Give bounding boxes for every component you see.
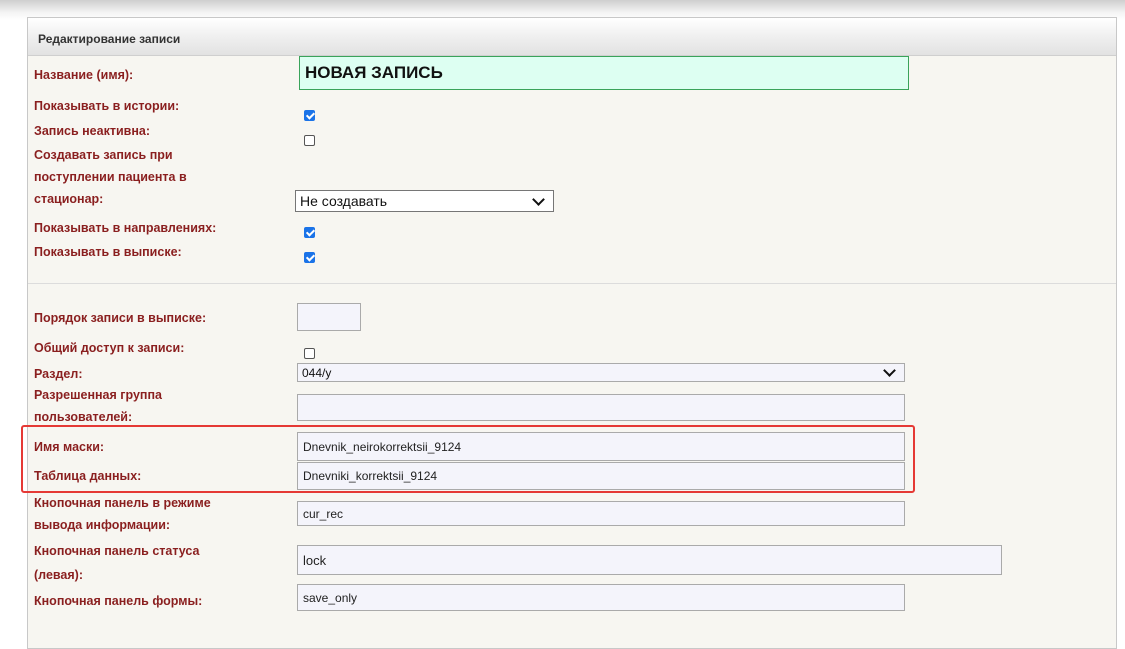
info-toolbar-input[interactable]: cur_rec (297, 501, 905, 526)
info-toolbar-label-line-1: Кнопочная панель в режиме (34, 496, 211, 510)
create-on-admission-label-line-2: поступлении пациента в (34, 170, 187, 184)
show-directions-label: Показывать в направлениях: (34, 221, 217, 235)
status-toolbar-label-line-2: (левая): (34, 568, 83, 582)
allowed-group-input[interactable] (297, 394, 905, 421)
show-extract-checkbox[interactable] (304, 252, 315, 263)
show-history-label: Показывать в истории: (34, 99, 180, 113)
chevron-down-icon (532, 192, 545, 206)
info-toolbar-label-line-2: вывода информации: (34, 518, 171, 532)
chevron-down-icon (883, 364, 896, 377)
extract-order-label: Порядок записи в выписке: (34, 311, 207, 325)
inactive-checkbox[interactable] (304, 135, 315, 146)
panel-header: Редактирование записи (28, 18, 1116, 56)
show-history-checkbox[interactable] (304, 110, 315, 121)
section-select[interactable]: 044/у (297, 363, 905, 382)
show-extract-label: Показывать в выписке: (34, 245, 182, 259)
create-on-admission-label-line-1: Создавать запись при (34, 148, 173, 162)
form-toolbar-label: Кнопочная панель формы: (34, 594, 203, 608)
create-on-admission-select[interactable]: Не создавать (295, 190, 554, 212)
extract-order-input[interactable] (297, 303, 361, 331)
section-selected: 044/у (302, 365, 332, 380)
highlight-frame (21, 425, 915, 493)
shared-access-label: Общий доступ к записи: (34, 341, 185, 355)
form-toolbar-input[interactable]: save_only (297, 584, 905, 611)
edit-record-panel: Редактирование записи Название (имя): НО… (27, 17, 1117, 649)
inactive-label: Запись неактивна: (34, 124, 150, 138)
allowed-group-label-line-1: Разрешенная группа (34, 388, 162, 402)
show-directions-checkbox[interactable] (304, 227, 315, 238)
panel-title: Редактирование записи (38, 32, 181, 46)
shared-access-checkbox[interactable] (304, 348, 315, 359)
section-label: Раздел: (34, 367, 83, 381)
name-label: Название (имя): (34, 68, 134, 82)
section-divider (28, 283, 1116, 284)
create-on-admission-selected: Не создавать (300, 193, 388, 209)
status-toolbar-input[interactable]: lock (297, 545, 1002, 575)
create-on-admission-label-line-3: стационар: (34, 192, 104, 206)
name-input[interactable]: НОВАЯ ЗАПИСЬ (299, 56, 909, 90)
status-toolbar-label-line-1: Кнопочная панель статуса (34, 544, 200, 558)
